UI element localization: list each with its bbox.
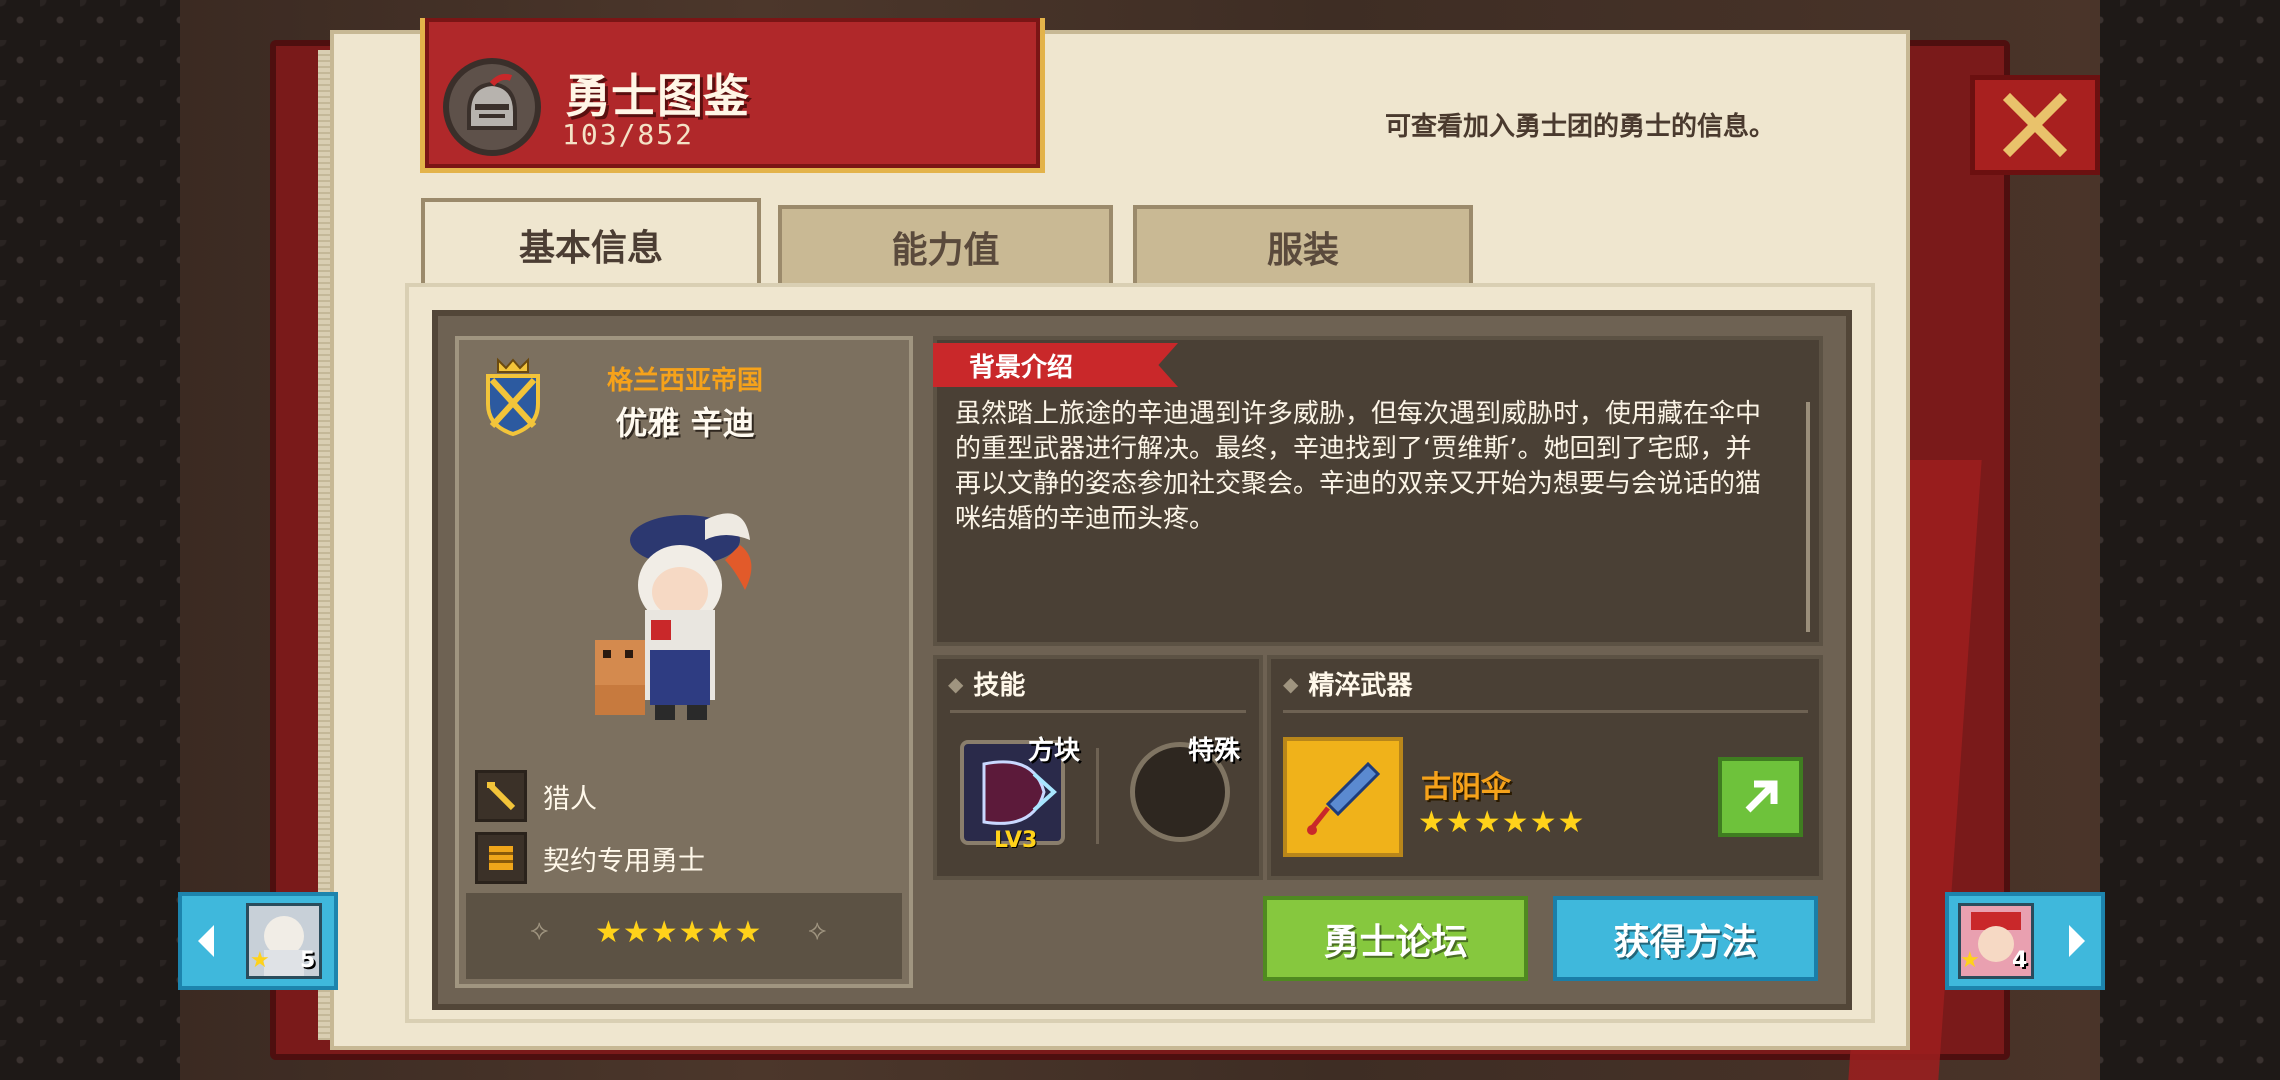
obtain-method-button[interactable]: 获得方法 — [1553, 896, 1818, 981]
chevron-right-icon — [2069, 925, 2085, 957]
hero-portrait — [575, 500, 775, 730]
skills-label: 技能 — [973, 671, 1026, 701]
contract-scroll-icon — [475, 832, 527, 884]
weapon-stars: ★★★★★★ — [1418, 805, 1586, 840]
arrow-up-right-icon — [1745, 780, 1777, 813]
background-story-text: 虽然踏上旅途的辛迪遇到许多威胁，但每次遇到威胁时，使用藏在伞中的重型武器进行解决… — [955, 399, 1762, 534]
skills-title: ◆ 技能 — [948, 665, 1025, 702]
collection-count: 103/852 — [562, 118, 695, 151]
next-hero-stars: 4 — [2012, 948, 2028, 973]
parasol-weapon-icon[interactable] — [1283, 737, 1403, 857]
hero-class: 猎人 — [543, 783, 597, 815]
hero-rarity-stars: ★★★★★★ — [595, 915, 763, 950]
story-scrollbar[interactable] — [1806, 402, 1810, 632]
right-ornament-icon: ⟡ — [808, 913, 827, 946]
weapon-divider — [1283, 710, 1808, 713]
weapon-label: 精淬武器 — [1308, 671, 1413, 701]
helmet-icon — [443, 58, 541, 156]
close-icon — [2002, 92, 2068, 158]
hero-type: 契约专用勇士 — [543, 845, 705, 877]
block-skill-label: 方块 — [1028, 736, 1081, 766]
previous-hero-stars: 5 — [300, 948, 316, 973]
diamond-icon: ◆ — [948, 671, 964, 696]
tab-stats[interactable]: 能力值 — [778, 205, 1113, 285]
chevron-left-icon — [198, 925, 214, 957]
weapon-title: ◆ 精淬武器 — [1283, 665, 1412, 702]
star-icon: ★ — [250, 948, 270, 973]
skills-divider — [950, 710, 1246, 713]
hero-forum-button[interactable]: 勇士论坛 — [1263, 896, 1528, 981]
hero-class-row: 猎人 — [475, 770, 597, 822]
left-ornament-icon: ⟡ — [530, 913, 549, 946]
background-ribbon: 背景介绍 — [933, 343, 1178, 387]
close-button[interactable] — [1970, 75, 2100, 175]
block-skill-level: LV3 — [994, 828, 1038, 853]
hero-name: 优雅 辛迪 — [615, 404, 755, 442]
diamond-icon: ◆ — [1283, 671, 1299, 696]
tab-costume[interactable]: 服装 — [1133, 205, 1473, 285]
hunter-class-icon — [475, 770, 527, 822]
skills-separator — [1096, 748, 1099, 844]
star-icon: ★ — [1960, 948, 1980, 973]
tab-basic-info[interactable]: 基本信息 — [421, 198, 761, 288]
faction-emblem-icon — [478, 356, 548, 438]
page-description: 可查看加入勇士团的勇士的信息。 — [1385, 112, 1776, 142]
special-skill-label: 特殊 — [1188, 736, 1241, 766]
weapon-detail-button[interactable] — [1718, 757, 1803, 837]
hero-faction: 格兰西亚帝国 — [606, 366, 763, 396]
page-title: 勇士图鉴 — [565, 69, 749, 123]
weapon-name: 古阳伞 — [1421, 770, 1511, 805]
hero-type-row: 契约专用勇士 — [475, 832, 705, 884]
